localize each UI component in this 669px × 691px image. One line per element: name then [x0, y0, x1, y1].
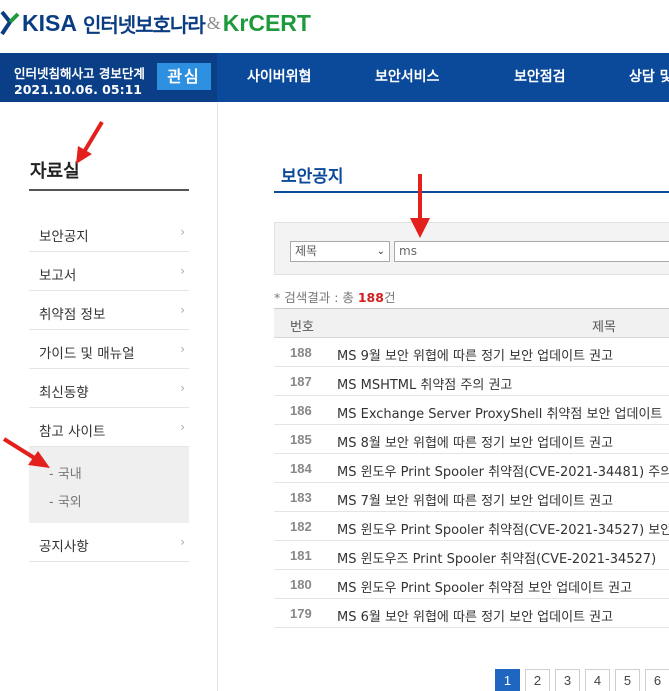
nav-item-consult[interactable]: 상담 및	[629, 53, 669, 102]
sidebar-subitem-overseas[interactable]: - 국외	[49, 491, 82, 510]
row-title-link[interactable]: MS 9월 보안 위협에 따른 정기 보안 업데이트 권고	[337, 345, 613, 364]
row-title-link[interactable]: MS 윈도우즈 Print Spooler 취약점(CVE-2021-34527…	[337, 548, 656, 567]
sidebar-item-label: 가이드 및 매뉴얼	[39, 346, 135, 362]
chevron-right-icon: ›	[180, 535, 185, 549]
row-title-link[interactable]: MS 윈도우 Print Spooler 취약점 보안 업데이트 권고	[337, 577, 632, 596]
row-number: 179	[290, 606, 312, 621]
annotation-arrow-icon	[76, 120, 104, 164]
page-button-3[interactable]: 3	[555, 669, 580, 691]
sidebar-item-reports[interactable]: 보고서 ›	[29, 252, 189, 291]
alert-title: 인터넷침해사고 경보단계	[14, 66, 145, 81]
table-row[interactable]: 179 MS 6월 보안 위협에 따른 정기 보안 업데이트 권고	[274, 599, 669, 628]
chevron-right-icon: ›	[180, 342, 185, 356]
row-number: 184	[290, 461, 312, 476]
page-button-4[interactable]: 4	[585, 669, 610, 691]
table-row[interactable]: 186 MS Exchange Server ProxyShell 취약점 보안…	[274, 396, 669, 425]
row-number: 180	[290, 577, 312, 592]
page-title: 보안공지	[281, 167, 344, 187]
search-field-value: 제목	[295, 244, 318, 258]
logo-kisa-text: KISA	[22, 9, 77, 36]
main-nav: 인터넷침해사고 경보단계 2021.10.06. 05:11 관심 사이버위협 …	[0, 53, 669, 102]
search-result-count: * 검색결과 : 총 188건	[274, 287, 395, 306]
result-suffix: 건	[383, 290, 396, 305]
row-title-link[interactable]: MS MSHTML 취약점 주의 권고	[337, 374, 512, 393]
table-row[interactable]: 185 MS 8월 보안 위협에 따른 정기 보안 업데이트 권고	[274, 425, 669, 454]
page-button-6[interactable]: 6	[645, 669, 669, 691]
alert-level-badge: 관심	[157, 63, 211, 90]
sidebar-submenu: - 국내 - 국외	[29, 447, 189, 523]
table-row[interactable]: 187 MS MSHTML 취약점 주의 권고	[274, 367, 669, 396]
sidebar-item-security-notice[interactable]: 보안공지 ›	[29, 213, 189, 252]
threat-alert-box[interactable]: 인터넷침해사고 경보단계 2021.10.06. 05:11 관심	[0, 53, 217, 102]
annotation-arrow-icon	[2, 437, 50, 468]
chevron-right-icon: ›	[180, 381, 185, 395]
sidebar-item-label: 보안공지	[39, 229, 89, 245]
sidebar: 자료실 보안공지 › 보고서 › 취약점 정보 › 가이드 및 매뉴얼 › 최신…	[0, 102, 218, 691]
row-number: 185	[290, 432, 312, 447]
chevron-down-icon: ⌄	[376, 246, 385, 257]
annotation-arrow-icon	[410, 174, 430, 238]
site-logo[interactable]: KISA 인터넷보호나라 & KrCERT	[0, 8, 311, 38]
row-title-link[interactable]: MS 8월 보안 위협에 따른 정기 보안 업데이트 권고	[337, 432, 613, 451]
table-row[interactable]: 180 MS 윈도우 Print Spooler 취약점 보안 업데이트 권고	[274, 570, 669, 599]
table-header: 번호 제목	[274, 308, 669, 338]
row-number: 188	[290, 345, 312, 360]
row-title-link[interactable]: MS 윈도우 Print Spooler 취약점(CVE-2021-34527)…	[337, 519, 669, 538]
page-title-divider	[274, 191, 669, 193]
chevron-right-icon: ›	[180, 420, 185, 434]
row-title-link[interactable]: MS Exchange Server ProxyShell 취약점 보안 업데이…	[337, 403, 662, 422]
row-title-link[interactable]: MS 7월 보안 위협에 따른 정기 보안 업데이트 권고	[337, 490, 613, 509]
row-number: 187	[290, 374, 312, 389]
table-row[interactable]: 181 MS 윈도우즈 Print Spooler 취약점(CVE-2021-3…	[274, 541, 669, 570]
table-row[interactable]: 183 MS 7월 보안 위협에 따른 정기 보안 업데이트 권고	[274, 483, 669, 512]
sidebar-subitem-domestic[interactable]: - 국내	[49, 463, 82, 482]
sidebar-item-label: 최신동향	[39, 385, 89, 401]
sidebar-item-label: 취약점 정보	[39, 307, 106, 323]
table-row[interactable]: 184 MS 윈도우 Print Spooler 취약점(CVE-2021-34…	[274, 454, 669, 483]
row-number: 181	[290, 548, 312, 563]
sidebar-item-notices[interactable]: 공지사항 ›	[29, 523, 189, 562]
logo-ampersand: &	[206, 12, 221, 33]
chevron-right-icon: ›	[180, 225, 185, 239]
row-number: 183	[290, 490, 312, 505]
sidebar-item-label: 보고서	[39, 268, 77, 284]
nav-item-security-check[interactable]: 보안점검	[514, 53, 566, 102]
logo-brand-text: 인터넷보호나라	[82, 12, 206, 37]
nav-item-security-service[interactable]: 보안서비스	[375, 53, 439, 102]
row-title-link[interactable]: MS 6월 보안 위협에 따른 정기 보안 업데이트 권고	[337, 606, 613, 625]
row-number: 186	[290, 403, 312, 418]
row-number: 182	[290, 519, 312, 534]
site-header: KISA 인터넷보호나라 & KrCERT	[0, 0, 669, 53]
sidebar-title-divider	[29, 189, 189, 191]
page-button-1[interactable]: 1	[495, 669, 520, 691]
sidebar-item-guides[interactable]: 가이드 및 매뉴얼 ›	[29, 330, 189, 369]
row-title-link[interactable]: MS 윈도우 Print Spooler 취약점(CVE-2021-34481)…	[337, 461, 669, 480]
page-button-2[interactable]: 2	[525, 669, 550, 691]
chevron-right-icon: ›	[180, 303, 185, 317]
chevron-right-icon: ›	[180, 264, 185, 278]
sidebar-item-trends[interactable]: 최신동향 ›	[29, 369, 189, 408]
sidebar-item-label: 공지사항	[39, 539, 89, 555]
kisa-logo-mark-icon	[0, 10, 20, 36]
nav-item-cyber-threat[interactable]: 사이버위협	[247, 53, 311, 102]
column-header-title: 제목	[592, 320, 616, 335]
result-number: 188	[357, 290, 384, 305]
alert-date: 2021.10.06. 05:11	[14, 82, 142, 97]
sidebar-item-vulnerability[interactable]: 취약점 정보 ›	[29, 291, 189, 330]
result-prefix: * 검색결과 : 총	[274, 290, 358, 305]
page-button-5[interactable]: 5	[615, 669, 640, 691]
sidebar-item-reference-sites[interactable]: 참고 사이트 ›	[29, 408, 189, 447]
logo-krcert-text: KrCERT	[222, 9, 311, 36]
table-row[interactable]: 188 MS 9월 보안 위협에 따른 정기 보안 업데이트 권고	[274, 338, 669, 367]
table-row[interactable]: 182 MS 윈도우 Print Spooler 취약점(CVE-2021-34…	[274, 512, 669, 541]
search-input[interactable]: ms	[394, 241, 669, 262]
search-field-select[interactable]: 제목 ⌄	[290, 241, 390, 262]
column-header-number: 번호	[290, 320, 314, 335]
